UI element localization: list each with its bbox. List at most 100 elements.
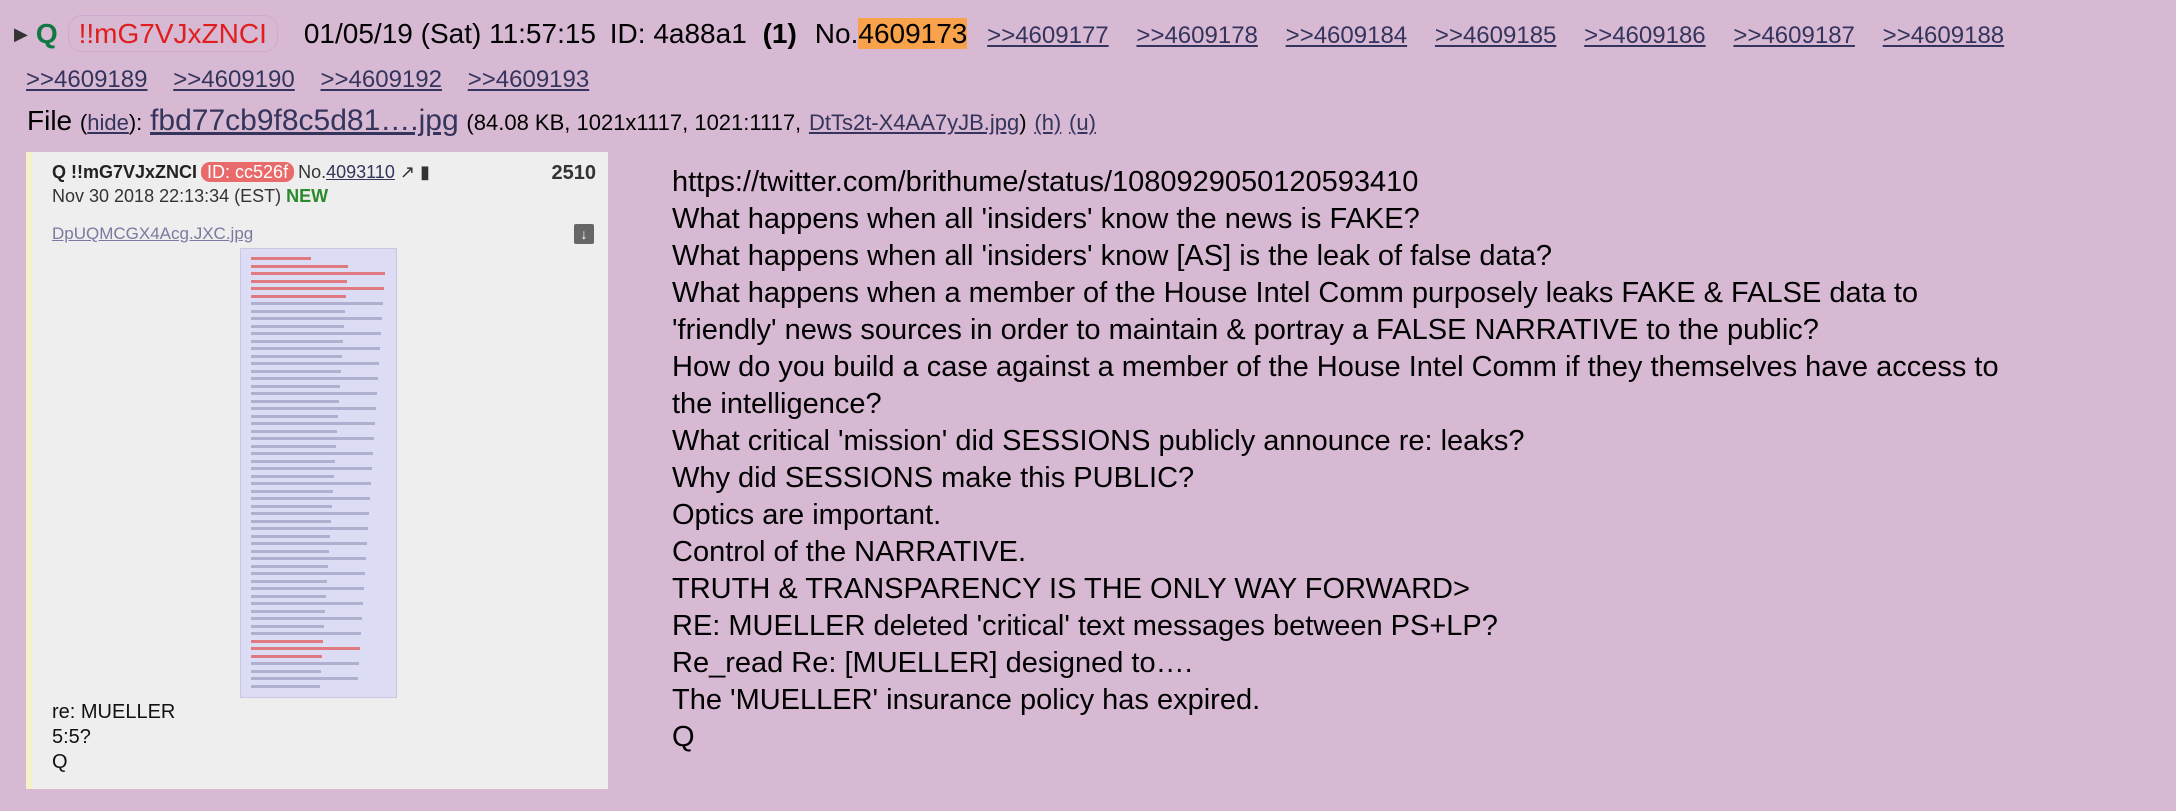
thumb-text-line (251, 354, 342, 358)
thumb-date: Nov 30 2018 22:13:34 (EST) NEW (52, 186, 328, 207)
thumb-text-line (251, 534, 330, 538)
post-menu-arrow-icon[interactable]: ▶ (14, 24, 28, 44)
backlink[interactable]: >>4609177 (987, 22, 1108, 49)
file-size-info: (84.08 KB, 1021x1117, 1021:1117, (466, 110, 802, 135)
thumb-text-line (251, 474, 334, 478)
message-line: How do you build a case against a member… (672, 351, 1999, 383)
post-number-label[interactable]: No. (815, 18, 859, 49)
thumb-text-line (251, 302, 383, 305)
backlink[interactable]: >>4609188 (1883, 22, 2004, 49)
thumb-text-line (251, 639, 323, 643)
thumb-text-line (251, 624, 324, 628)
thumb-text-line (251, 369, 341, 373)
thumb-text-line (251, 497, 370, 500)
message-line: the intelligence? (672, 388, 882, 420)
thumb-text-line (251, 279, 347, 283)
backlink[interactable]: >>4609192 (321, 66, 442, 93)
poster-id[interactable]: ID: 4a88a1 (610, 18, 747, 49)
thumb-text-line (251, 287, 384, 290)
folder-icon: ▮ (419, 162, 430, 182)
message-line: RE: MUELLER deleted 'critical' text mess… (672, 610, 1498, 642)
thumb-text-line (251, 317, 382, 320)
thumb-text-line (251, 399, 339, 403)
thumb-text-line (251, 437, 374, 440)
thumb-text-line (251, 542, 367, 545)
message-line: What happens when a member of the House … (672, 277, 1919, 309)
post-number[interactable]: 4609173 (858, 18, 968, 49)
thumb-date-text: Nov 30 2018 22:13:34 (EST) (52, 186, 282, 206)
thumb-text-line (251, 452, 373, 455)
thumb-text-line (251, 594, 326, 598)
thumb-header: Q !!mG7VJxZNCI ID: cc526f No.4093110 ↗ ▮ 2… (52, 162, 602, 184)
tripcode: !!mG7VJxZNCI (67, 15, 278, 52)
message-line: The 'MUELLER' insurance policy has expir… (672, 684, 1261, 716)
thumb-text-line (251, 602, 363, 605)
h-link[interactable]: (h) (1034, 110, 1061, 135)
file-info-close: ) (1019, 110, 1027, 135)
backlink[interactable]: >>4609178 (1136, 22, 1257, 49)
thumb-text-line (251, 527, 368, 530)
thumb-text-line (251, 414, 338, 418)
thumb-text-line (251, 467, 372, 470)
thumb-no-label: No. (298, 162, 327, 182)
thumb-text-line (251, 332, 381, 335)
thumb-caption: re: MUELLER 5:5? Q (52, 701, 176, 773)
backlink[interactable]: >>4609184 (1286, 22, 1407, 49)
message-line: 'friendly' news sources in order to main… (672, 314, 1819, 346)
poster-name: Q (35, 18, 58, 49)
thumb-text-line (251, 422, 375, 425)
thumb-text-line (251, 272, 385, 275)
backlink[interactable]: >>4609190 (173, 66, 294, 93)
backlink[interactable]: >>4609185 (1435, 22, 1556, 49)
attached-image-thumbnail[interactable]: Q !!mG7VJxZNCI ID: cc526f No.4093110 ↗ ▮ 2… (26, 152, 608, 789)
thumb-id-badge: ID: cc526f (201, 162, 295, 182)
message-line: What critical 'mission' did SESSIONS pub… (672, 425, 1525, 457)
file-name-link[interactable]: fbd77cb9f8c5d81….jpg (150, 104, 459, 137)
thumb-text-line (251, 309, 345, 313)
thumb-text-line (251, 444, 336, 448)
thumb-text-line (251, 294, 346, 298)
message-line: Q (672, 721, 695, 753)
thumb-text-line (251, 324, 344, 328)
thumb-text-line (251, 579, 327, 583)
post-message: https://twitter.com/brithume/status/1080… (672, 164, 2167, 756)
thumb-text-line (251, 654, 322, 658)
thumb-text-line (251, 564, 328, 568)
thumb-text-line (251, 362, 379, 365)
download-icon: ↓ (574, 224, 594, 244)
thumb-text-line (251, 257, 311, 260)
thumb-text-line (251, 617, 362, 620)
thumb-text-line (251, 549, 329, 553)
thumb-text-line (251, 489, 333, 493)
thumb-text-line (251, 609, 325, 613)
backlink[interactable]: >>4609189 (26, 66, 147, 93)
thumb-text-line (251, 459, 335, 463)
thumb-text-line (251, 407, 376, 410)
thumb-text-line (251, 339, 343, 343)
backlink[interactable]: >>4609186 (1584, 22, 1705, 49)
u-link[interactable]: (u) (1069, 110, 1096, 135)
backlinks-row-2: >>4609189 >>4609190 >>4609192 >>4609193 (26, 58, 2164, 100)
message-line: What happens when all 'insiders' know [A… (672, 240, 1552, 272)
backlink[interactable]: >>4609187 (1733, 22, 1854, 49)
message-line: What happens when all 'insiders' know th… (672, 203, 1420, 235)
thumb-text-line (251, 677, 358, 680)
thumb-text-line (251, 347, 380, 350)
thumb-text-line (251, 377, 378, 380)
backlink[interactable]: >>4609193 (468, 66, 589, 93)
thumb-new-label: NEW (286, 186, 329, 206)
post-count: (1) (762, 18, 797, 49)
thumb-text-line (251, 557, 366, 560)
thumb-text-line (251, 504, 332, 508)
thumb-text-line (251, 512, 369, 515)
original-filename-link[interactable]: DtTs2t-X4AA7yJB.jpg (809, 110, 1019, 135)
thumb-poster: Q !!mG7VJxZNCI (52, 162, 198, 182)
message-line: Why did SESSIONS make this PUBLIC? (672, 462, 1195, 494)
thumb-text-line (251, 684, 320, 688)
post-datetime: 01/05/19 (Sat) 11:57:15 (303, 18, 596, 49)
hide-link[interactable]: hide (87, 110, 129, 135)
post: ▶ Q !!mG7VJxZNCI 01/05/19 (Sat) 11:57:15 ID… (0, 0, 2176, 811)
file-info: File (hide): fbd77cb9f8c5d81….jpg (84.08… (27, 104, 1096, 137)
post-header: ▶ Q !!mG7VJxZNCI 01/05/19 (Sat) 11:57:15 ID… (14, 12, 2164, 100)
thumb-text-line (251, 384, 340, 388)
